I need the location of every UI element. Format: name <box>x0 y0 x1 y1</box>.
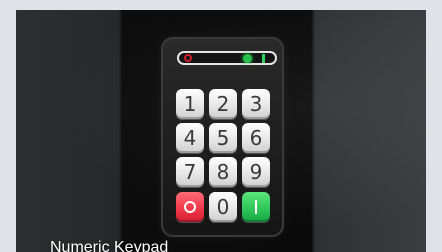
keypad-photo: 1 2 3 4 5 6 7 8 9 0 Numeric Keypad <box>16 10 426 252</box>
key-4[interactable]: 4 <box>176 123 204 153</box>
image-frame: 1 2 3 4 5 6 7 8 9 0 Numeric Keypad <box>0 0 442 252</box>
key-5[interactable]: 5 <box>209 123 237 153</box>
key-0[interactable]: 0 <box>209 192 237 222</box>
cancel-key[interactable] <box>176 192 204 222</box>
green-led-icon <box>243 54 252 63</box>
key-6[interactable]: 6 <box>242 123 270 153</box>
enter-key[interactable] <box>242 192 270 222</box>
key-9[interactable]: 9 <box>242 157 270 187</box>
status-led-bar <box>177 51 277 65</box>
image-caption: Numeric Keypad <box>50 239 169 252</box>
key-8[interactable]: 8 <box>209 157 237 187</box>
keypad-device: 1 2 3 4 5 6 7 8 9 0 <box>161 37 284 237</box>
key-7[interactable]: 7 <box>176 157 204 187</box>
red-circle-icon <box>184 201 196 213</box>
key-2[interactable]: 2 <box>209 89 237 119</box>
key-3[interactable]: 3 <box>242 89 270 119</box>
red-ring-icon <box>184 54 192 62</box>
green-bar-icon <box>255 200 257 214</box>
green-bar-icon <box>262 54 265 63</box>
key-1[interactable]: 1 <box>176 89 204 119</box>
